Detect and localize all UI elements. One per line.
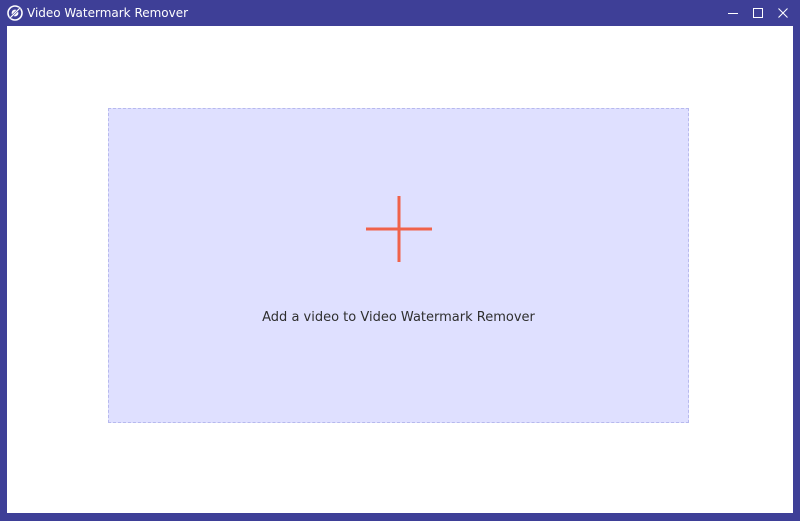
app-logo-icon [7,5,23,21]
maximize-icon [752,7,764,19]
add-video-label: Add a video to Video Watermark Remover [262,310,535,325]
minimize-button[interactable] [721,0,745,26]
plus-icon[interactable] [366,196,432,262]
maximize-button[interactable] [746,0,770,26]
close-button[interactable] [771,0,795,26]
app-window: Video Watermark Remover Add a video to V… [0,0,800,521]
add-video-dropzone[interactable]: Add a video to Video Watermark Remover [108,108,689,423]
window-title: Video Watermark Remover [27,6,189,20]
minimize-icon [727,7,739,19]
title-bar[interactable]: Video Watermark Remover [0,0,800,26]
main-content: Add a video to Video Watermark Remover [7,26,793,513]
close-icon [777,7,789,19]
